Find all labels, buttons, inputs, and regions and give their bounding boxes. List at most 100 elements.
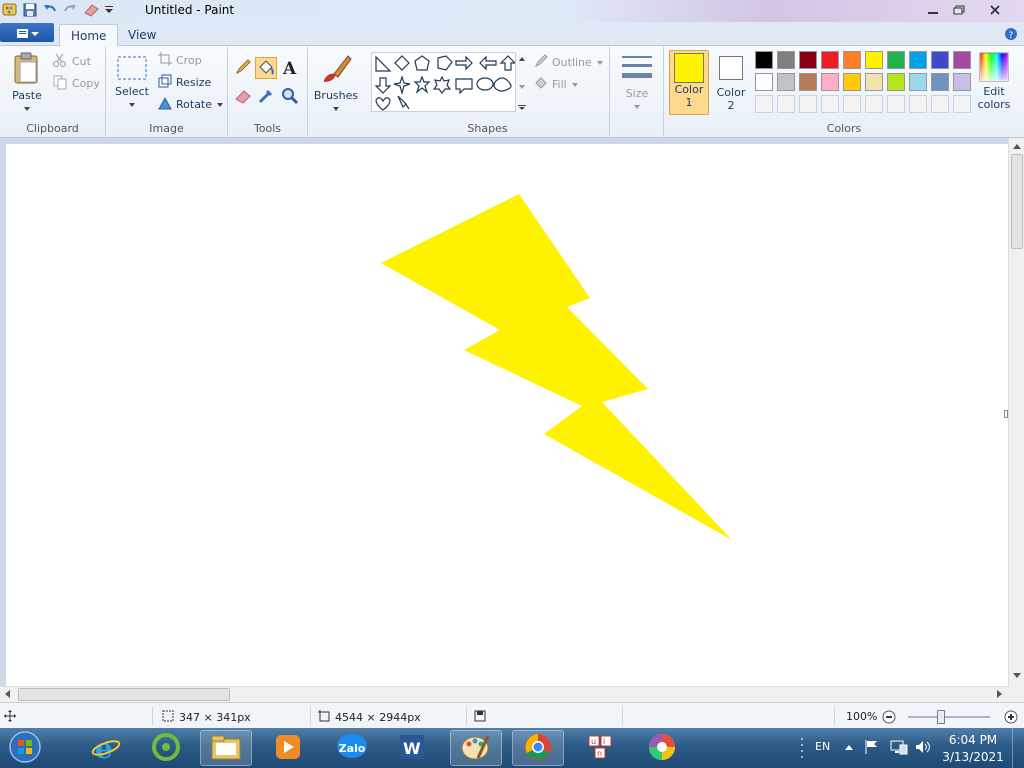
scroll-right-icon[interactable] [993, 687, 1005, 701]
palette-color-swatch[interactable] [821, 51, 839, 69]
taskbar-coc-coc[interactable] [140, 730, 192, 766]
scroll-up-icon[interactable] [1009, 140, 1024, 152]
palette-empty-swatch[interactable] [843, 95, 861, 113]
palette-empty-swatch[interactable] [799, 95, 817, 113]
palette-empty-swatch[interactable] [865, 95, 883, 113]
size-button[interactable]: Size [618, 54, 656, 113]
palette-empty-swatch[interactable] [931, 95, 949, 113]
paint-app-icon[interactable] [2, 2, 18, 21]
palette-color-swatch[interactable] [953, 51, 971, 69]
zoom-in-button[interactable] [1004, 710, 1018, 727]
volume-icon[interactable] [914, 739, 932, 758]
zoom-slider-track[interactable] [908, 716, 990, 718]
taskbar-word[interactable]: W [386, 730, 438, 766]
taskbar-unikey[interactable]: uin [574, 730, 626, 766]
palette-color-swatch[interactable] [799, 51, 817, 69]
palette-color-swatch[interactable] [865, 51, 883, 69]
color2-button[interactable]: Color 2 [712, 52, 750, 112]
customize-qat-chevron-icon[interactable] [104, 2, 114, 21]
palette-color-swatch[interactable] [865, 73, 883, 91]
windows-start-orb-icon [8, 730, 42, 767]
pencil-tool-button[interactable] [232, 57, 254, 79]
palette-color-swatch[interactable] [799, 73, 817, 91]
palette-color-swatch[interactable] [843, 73, 861, 91]
drawing-canvas[interactable] [6, 144, 1008, 686]
taskbar-color-app[interactable] [636, 730, 688, 766]
maximize-button[interactable] [946, 1, 972, 18]
outline-button[interactable]: Outline [534, 54, 604, 71]
tab-view[interactable]: View [117, 24, 167, 46]
edit-colors-button[interactable]: Edit colors [974, 52, 1014, 111]
scroll-down-icon[interactable] [1009, 670, 1024, 682]
shapes-gallery[interactable] [371, 52, 527, 112]
language-indicator[interactable]: EN [815, 740, 830, 753]
resize-button[interactable]: Resize [158, 74, 211, 91]
taskbar-chrome[interactable] [512, 730, 564, 766]
taskbar-internet-explorer[interactable]: e [80, 730, 132, 766]
zoom-slider-thumb[interactable] [936, 710, 945, 724]
tab-home[interactable]: Home [59, 24, 119, 46]
taskbar-zalo[interactable]: Zalo [326, 730, 378, 766]
lightning-bolt-shape[interactable] [381, 194, 732, 540]
palette-empty-swatch[interactable] [909, 95, 927, 113]
start-button[interactable] [4, 730, 46, 766]
palette-color-swatch[interactable] [755, 73, 773, 91]
palette-color-swatch[interactable] [931, 51, 949, 69]
palette-color-swatch[interactable] [777, 51, 795, 69]
vertical-scrollbar[interactable] [1008, 138, 1024, 686]
zoom-out-button[interactable] [882, 710, 896, 727]
color-picker-tool-button[interactable] [255, 86, 277, 108]
line-size-icon [620, 54, 654, 87]
brushes-button[interactable]: Brushes [313, 52, 359, 115]
crop-button[interactable]: Crop [158, 52, 202, 69]
palette-empty-swatch[interactable] [953, 95, 971, 113]
palette-empty-swatch[interactable] [755, 95, 773, 113]
palette-color-swatch[interactable] [887, 73, 905, 91]
palette-color-swatch[interactable] [821, 73, 839, 91]
horizontal-scrollbar[interactable] [0, 686, 1008, 702]
clock-date[interactable]: 3/13/2021 [942, 750, 1004, 764]
color1-button[interactable]: Color 1 [669, 50, 709, 115]
palette-empty-swatch[interactable] [821, 95, 839, 113]
palette-empty-swatch[interactable] [887, 95, 905, 113]
cut-button[interactable]: Cut [52, 52, 91, 71]
select-button[interactable]: Select [114, 54, 150, 111]
eraser-tool-button[interactable] [232, 86, 254, 108]
palette-color-swatch[interactable] [843, 51, 861, 69]
paste-button[interactable]: Paste [8, 52, 46, 115]
clock-time[interactable]: 6:04 PM [945, 733, 1001, 747]
vertical-scroll-thumb[interactable] [1011, 154, 1023, 249]
magnifier-tool-button[interactable] [279, 86, 301, 108]
palette-color-swatch[interactable] [909, 73, 927, 91]
shapes-gallery-scrollbar[interactable] [515, 52, 527, 112]
scroll-left-icon[interactable] [2, 687, 14, 701]
fill-button[interactable]: Fill [534, 76, 579, 93]
close-button[interactable] [972, 1, 1018, 18]
palette-color-swatch[interactable] [887, 51, 905, 69]
rotate-button[interactable]: Rotate [158, 96, 224, 113]
taskbar-file-explorer[interactable] [200, 730, 252, 766]
copy-button[interactable]: Copy [52, 74, 100, 93]
undo-icon[interactable] [42, 2, 58, 21]
palette-color-swatch[interactable] [931, 73, 949, 91]
action-center-flag-icon[interactable] [864, 739, 880, 758]
help-icon[interactable]: ? [1004, 27, 1018, 44]
file-menu-button[interactable] [0, 23, 54, 42]
fill-tool-button[interactable] [255, 57, 277, 79]
horizontal-scroll-thumb[interactable] [18, 688, 230, 701]
palette-color-swatch[interactable] [953, 73, 971, 91]
network-icon[interactable] [890, 739, 908, 758]
taskbar-media-player[interactable] [262, 730, 314, 766]
palette-color-swatch[interactable] [755, 51, 773, 69]
show-desktop-button[interactable] [1012, 728, 1024, 768]
text-tool-button[interactable]: A [279, 57, 301, 79]
palette-color-swatch[interactable] [777, 73, 795, 91]
palette-color-swatch[interactable] [909, 51, 927, 69]
minimize-button[interactable] [920, 1, 946, 18]
save-icon[interactable] [22, 2, 38, 21]
palette-empty-swatch[interactable] [777, 95, 795, 113]
show-hidden-icons-icon[interactable] [844, 742, 854, 755]
taskbar-paint[interactable] [450, 730, 502, 766]
redo-icon[interactable] [62, 2, 78, 21]
eraser-icon[interactable] [82, 2, 100, 21]
